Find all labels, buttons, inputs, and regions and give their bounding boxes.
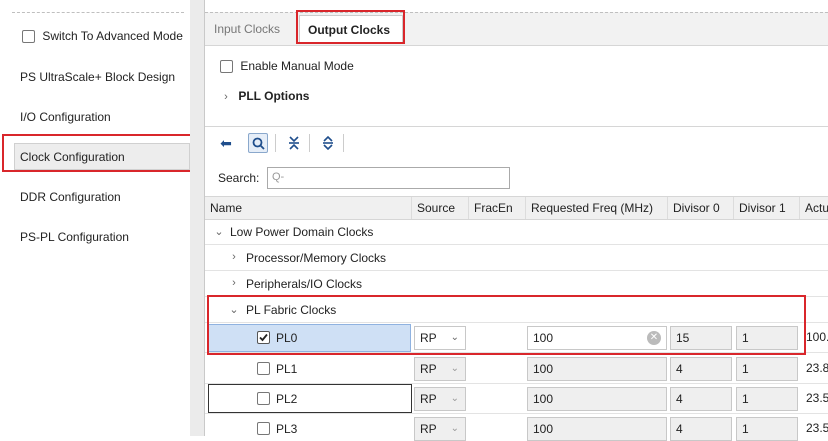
column-header-fracen[interactable]: FracEn: [469, 197, 526, 219]
focus-outline: [208, 384, 412, 413]
enable-manual-mode[interactable]: Enable Manual Mode: [220, 58, 354, 74]
sidebar-item-ps-pl-configuration[interactable]: PS-PL Configuration: [20, 230, 129, 244]
actual-freq: 100.0: [806, 330, 828, 344]
chevron-down-icon: ⌄: [214, 226, 224, 238]
column-header-divisor0[interactable]: Divisor 0: [668, 197, 734, 219]
row-name: PL1: [276, 362, 298, 376]
collapse-all-icon[interactable]: [284, 133, 304, 153]
tree-label: Low Power Domain Clocks: [230, 225, 374, 239]
tab-input-clocks[interactable]: Input Clocks: [206, 15, 288, 43]
chevron-down-icon: ⌄: [229, 304, 239, 316]
chevron-right-icon: ›: [232, 277, 236, 289]
column-header-requested-freq[interactable]: Requested Freq (MHz): [526, 197, 668, 219]
freq-value: 100: [533, 331, 554, 345]
toolbar-separator: [275, 134, 276, 152]
manual-mode-label: Enable Manual Mode: [240, 59, 354, 73]
divisor0-field: 4: [670, 417, 732, 441]
divisor1-field: 1: [736, 387, 798, 411]
requested-freq-input[interactable]: 100: [527, 417, 667, 441]
tree-row-peripherals-io[interactable]: › Peripherals/IO Clocks: [205, 271, 828, 297]
advanced-mode-label: Switch To Advanced Mode: [42, 29, 183, 43]
actual-freq: 23.52: [806, 391, 828, 405]
divisor1-field: 1: [736, 357, 798, 381]
source-select[interactable]: RP ⌄: [414, 387, 466, 411]
table-header: Name Source FracEn Requested Freq (MHz) …: [205, 196, 828, 220]
table-row-pl3[interactable]: PL3 RP ⌄ 100 4 1 23.52: [205, 414, 828, 441]
column-header-actual[interactable]: Actu: [800, 197, 828, 219]
pl0-enable-checkbox[interactable]: [257, 331, 270, 344]
checkmark-icon: [259, 333, 268, 342]
tab-output-clocks[interactable]: Output Clocks: [299, 15, 403, 43]
advanced-mode-checkbox[interactable]: [22, 30, 35, 44]
tree-row-pl-fabric[interactable]: ⌄ PL Fabric Clocks: [205, 297, 828, 323]
advanced-mode-toggle[interactable]: Switch To Advanced Mode: [22, 28, 183, 44]
manual-mode-checkbox[interactable]: [220, 60, 233, 74]
source-value: RP: [420, 392, 437, 406]
clock-configuration-panel: Input Clocks Output Clocks Enable Manual…: [205, 0, 828, 441]
chevron-down-icon: ⌄: [450, 363, 459, 374]
left-navigation-pane: Switch To Advanced Mode PS UltraScale+ B…: [0, 0, 190, 436]
sidebar-item-block-design[interactable]: PS UltraScale+ Block Design: [20, 70, 175, 84]
source-select[interactable]: RP ⌄: [414, 326, 466, 350]
pll-options-label: PLL Options: [238, 89, 310, 103]
tree-label: Peripherals/IO Clocks: [246, 277, 363, 291]
tree-row-processor-memory[interactable]: › Processor/Memory Clocks: [205, 245, 828, 271]
pl3-enable-checkbox[interactable]: [257, 422, 270, 435]
clear-icon[interactable]: ✕: [647, 331, 661, 345]
sidebar-item-label: Clock Configuration: [20, 150, 125, 164]
chevron-right-icon: ›: [232, 251, 236, 263]
source-select[interactable]: RP ⌄: [414, 417, 466, 441]
column-header-name[interactable]: Name: [205, 197, 412, 219]
divisor1-field: 1: [736, 417, 798, 441]
divisor0-field: 15: [670, 326, 732, 350]
pane-divider: [12, 12, 184, 13]
expand-all-icon[interactable]: [318, 133, 338, 153]
toolbar-separator: [343, 134, 344, 152]
table-row-pl2[interactable]: PL2 RP ⌄ 100 4 1 23.52: [205, 384, 828, 414]
sidebar-item-io-configuration[interactable]: I/O Configuration: [20, 110, 111, 124]
pl2-enable-checkbox[interactable]: [257, 392, 270, 405]
magnifier-icon: [252, 137, 265, 150]
row-name: PL3: [276, 422, 298, 436]
column-header-source[interactable]: Source: [412, 197, 469, 219]
pane-splitter[interactable]: [190, 0, 204, 436]
row-name: PL0: [276, 331, 298, 345]
actual-freq: 23.52: [806, 421, 828, 435]
divisor0-field: 4: [670, 357, 732, 381]
source-value: RP: [420, 331, 437, 345]
requested-freq-input[interactable]: 100: [527, 387, 667, 411]
requested-freq-input[interactable]: 100 ✕: [527, 326, 667, 350]
chevron-down-icon: ⌄: [450, 393, 459, 404]
top-divider: [205, 12, 828, 13]
source-value: RP: [420, 362, 437, 376]
search-toggle-button[interactable]: [248, 133, 268, 153]
source-value: RP: [420, 422, 437, 436]
chevron-down-icon: ⌄: [450, 332, 459, 343]
pl1-enable-checkbox[interactable]: [257, 362, 270, 375]
name-cell: [207, 324, 411, 352]
chevron-down-icon: ⌄: [450, 423, 459, 434]
tree-row-low-power[interactable]: ⌄ Low Power Domain Clocks: [205, 219, 828, 245]
row-name: PL2: [276, 392, 298, 406]
back-arrow-icon[interactable]: ⬅: [216, 133, 236, 153]
divisor1-field: 1: [736, 326, 798, 350]
chevron-right-icon: ›: [224, 91, 228, 103]
actual-freq: 23.80: [806, 361, 828, 375]
column-header-divisor1[interactable]: Divisor 1: [734, 197, 800, 219]
search-label: Search:: [218, 171, 260, 185]
requested-freq-input[interactable]: 100: [527, 357, 667, 381]
table-row-pl1[interactable]: PL1 RP ⌄ 100 4 1 23.80: [205, 354, 828, 384]
search-placeholder: Q-: [272, 171, 285, 183]
table-row-pl0[interactable]: PL0 RP ⌄ 100 ✕ 15 1 100.0: [205, 323, 828, 353]
sidebar-item-ddr-configuration[interactable]: DDR Configuration: [20, 190, 121, 204]
source-select[interactable]: RP ⌄: [414, 357, 466, 381]
tree-label: PL Fabric Clocks: [246, 303, 337, 317]
sidebar-item-clock-configuration[interactable]: Clock Configuration: [14, 143, 190, 170]
divisor0-field: 4: [670, 387, 732, 411]
search-input[interactable]: Q-: [267, 167, 510, 189]
pll-options-expander[interactable]: › PLL Options: [219, 88, 309, 104]
tree-label: Processor/Memory Clocks: [246, 251, 387, 265]
section-divider: [205, 126, 828, 127]
toolbar-separator: [309, 134, 310, 152]
